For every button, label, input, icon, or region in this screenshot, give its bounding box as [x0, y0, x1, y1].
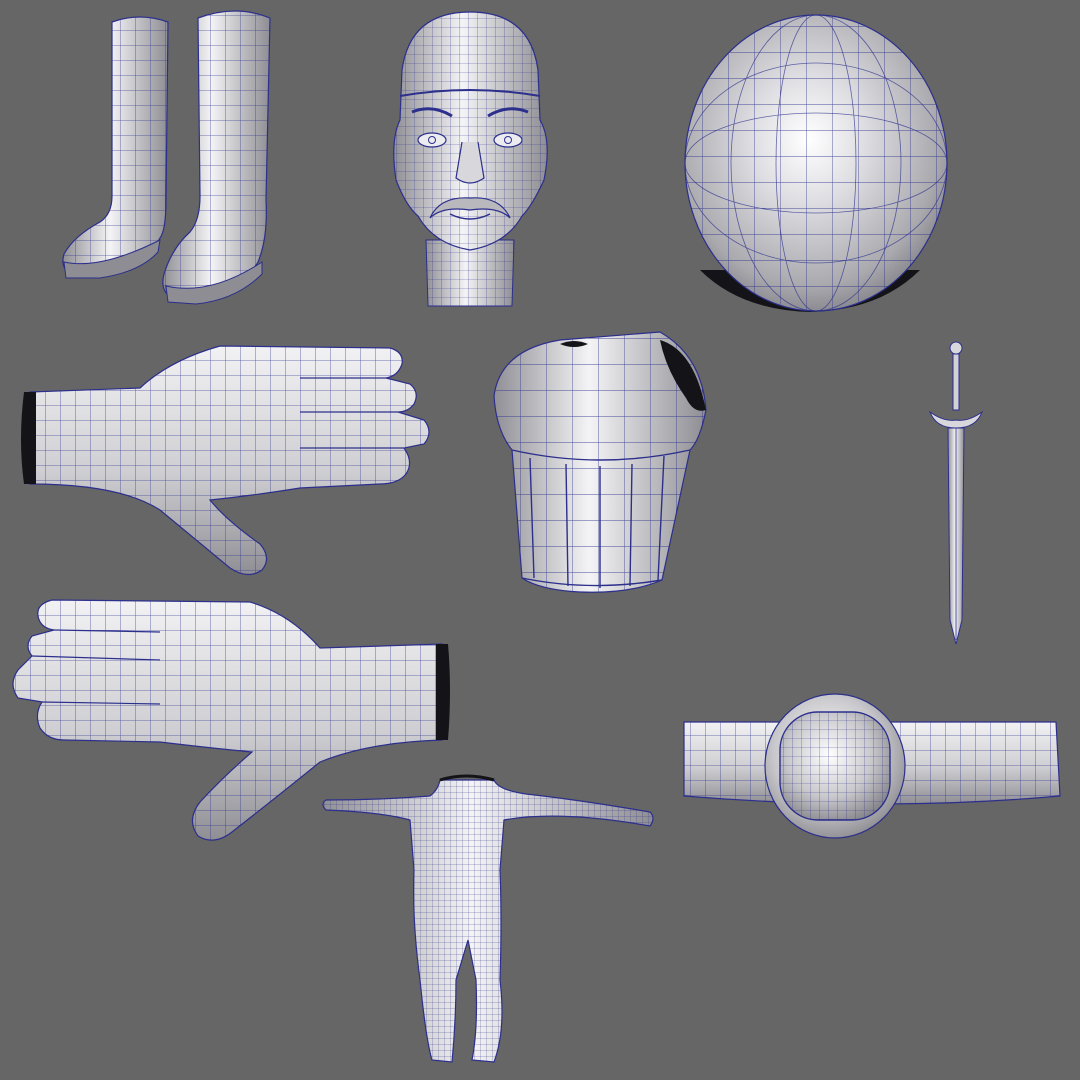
belt-wireframe-icon — [683, 693, 1061, 839]
boots-wireframe-icon — [62, 10, 271, 305]
chest-armor-model[interactable] — [493, 331, 707, 593]
helmet-sphere-model[interactable] — [684, 14, 948, 312]
sphere-wireframe-icon — [684, 14, 948, 312]
boots-model[interactable] — [62, 10, 271, 305]
belt-model[interactable] — [683, 693, 1061, 839]
right-hand-model[interactable] — [21, 345, 430, 576]
sword-model[interactable] — [928, 341, 984, 645]
hand-wireframe-icon — [21, 345, 430, 576]
armor-wireframe-icon — [493, 331, 707, 593]
body-model[interactable] — [322, 774, 654, 1063]
head-model[interactable] — [393, 11, 548, 307]
sword-wireframe-icon — [928, 341, 984, 645]
body-wireframe-icon — [322, 774, 654, 1063]
head-wireframe-icon — [393, 11, 548, 307]
modeling-viewport[interactable] — [0, 0, 1080, 1080]
